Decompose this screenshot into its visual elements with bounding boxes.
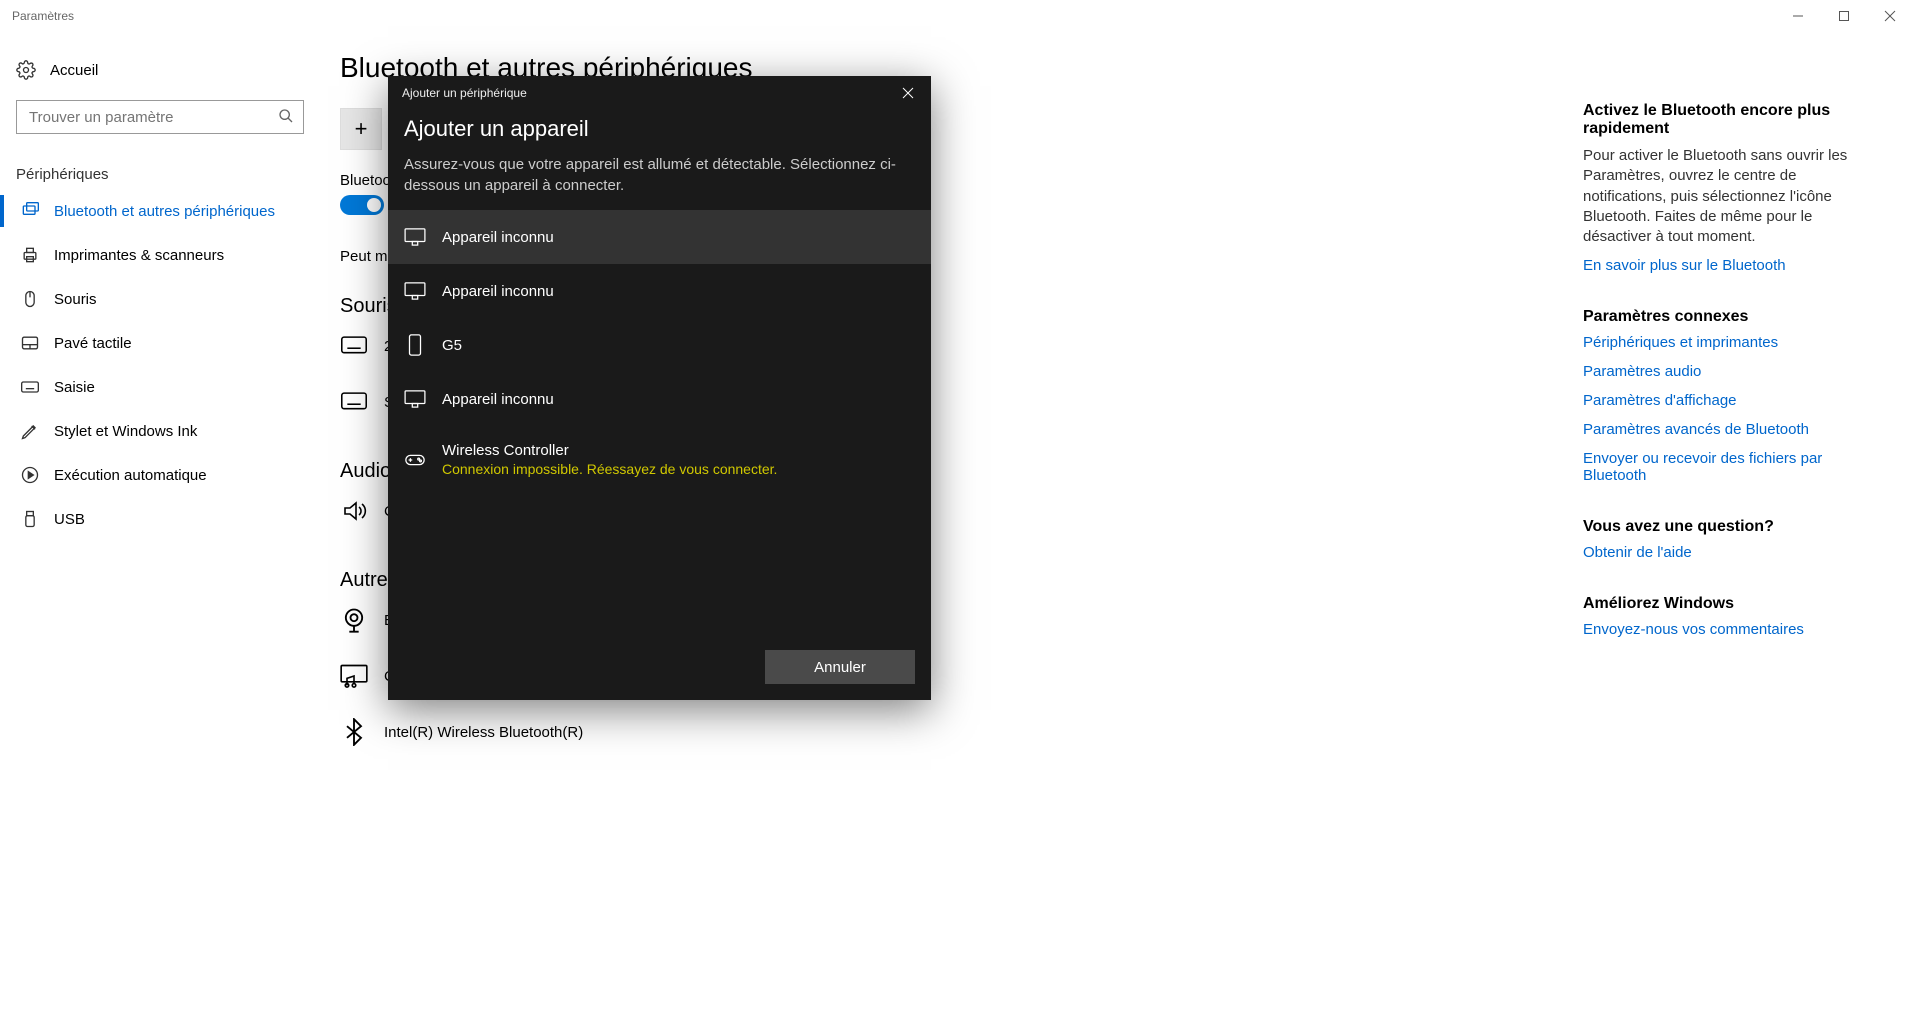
usb-icon <box>20 509 40 529</box>
webcam-icon <box>340 606 368 634</box>
close-icon <box>902 87 914 99</box>
sidebar-item-touchpad[interactable]: Pavé tactile <box>0 321 320 365</box>
sidebar-item-label: Stylet et Windows Ink <box>54 423 197 440</box>
related-link[interactable]: Paramètres avancés de Bluetooth <box>1583 421 1883 438</box>
device-name: G5 <box>442 337 462 354</box>
speaker-icon <box>340 497 368 525</box>
sidebar-item-typing[interactable]: Saisie <box>0 365 320 409</box>
display-icon <box>404 226 426 248</box>
mouse-icon <box>20 289 40 309</box>
tip-link[interactable]: En savoir plus sur le Bluetooth <box>1583 257 1883 274</box>
search-input[interactable] <box>16 100 304 134</box>
help-link[interactable]: Obtenir de l'aide <box>1583 544 1883 561</box>
sidebar-item-label: Souris <box>54 291 97 308</box>
dialog-subtitle: Assurez-vous que votre appareil est allu… <box>388 154 931 210</box>
sidebar-item-mouse[interactable]: Souris <box>0 277 320 321</box>
sidebar-item-label: Bluetooth et autres périphériques <box>54 203 275 220</box>
discovered-device[interactable]: G5 <box>388 318 931 372</box>
media-device-icon <box>340 662 368 690</box>
gear-icon <box>16 60 36 80</box>
printer-icon <box>20 245 40 265</box>
device-label: Intel(R) Wireless Bluetooth(R) <box>384 724 583 741</box>
improve-title: Améliorez Windows <box>1583 595 1883 613</box>
device-name: Appareil inconnu <box>442 229 554 246</box>
sidebar-item-pen[interactable]: Stylet et Windows Ink <box>0 409 320 453</box>
bluetooth-devices-icon <box>20 201 40 221</box>
maximize-button[interactable] <box>1821 0 1867 32</box>
sidebar-item-label: Pavé tactile <box>54 335 132 352</box>
dialog-heading: Ajouter un appareil <box>388 110 931 154</box>
related-link[interactable]: Envoyer ou recevoir des fichiers par Blu… <box>1583 450 1883 484</box>
device-name: Wireless Controller <box>442 442 777 459</box>
sidebar-section-header: Périphériques <box>0 146 320 189</box>
sidebar-item-label: USB <box>54 511 85 528</box>
bluetooth-toggle[interactable] <box>340 195 384 215</box>
feedback-link[interactable]: Envoyez-nous vos commentaires <box>1583 621 1883 638</box>
dialog-title: Ajouter un périphérique <box>388 76 931 110</box>
discovered-device[interactable]: Appareil inconnu <box>388 372 931 426</box>
sidebar-item-printers[interactable]: Imprimantes & scanneurs <box>0 233 320 277</box>
related-link[interactable]: Paramètres d'affichage <box>1583 392 1883 409</box>
related-title: Paramètres connexes <box>1583 308 1883 326</box>
question-title: Vous avez une question? <box>1583 518 1883 536</box>
window-title: Paramètres <box>12 9 74 23</box>
cancel-button[interactable]: Annuler <box>765 650 915 684</box>
discovered-device[interactable]: Appareil inconnu <box>388 264 931 318</box>
search-icon <box>278 108 294 124</box>
home-label: Accueil <box>50 62 98 79</box>
related-link[interactable]: Paramètres audio <box>1583 363 1883 380</box>
related-link[interactable]: Périphériques et imprimantes <box>1583 334 1883 351</box>
device-error: Connexion impossible. Réessayez de vous … <box>442 461 777 477</box>
keyboard-icon <box>20 377 40 397</box>
device-name: Appareil inconnu <box>442 283 554 300</box>
minimize-button[interactable] <box>1775 0 1821 32</box>
phone-icon <box>404 334 426 356</box>
tip-body: Pour activer le Bluetooth sans ouvrir le… <box>1583 146 1883 247</box>
close-button[interactable] <box>1867 0 1913 32</box>
sidebar-item-bluetooth[interactable]: Bluetooth et autres périphériques <box>0 189 320 233</box>
display-icon <box>404 280 426 302</box>
add-device-button[interactable]: + <box>340 108 382 150</box>
sidebar-item-autoplay[interactable]: Exécution automatique <box>0 453 320 497</box>
plus-icon: + <box>355 116 368 142</box>
keyboard-icon <box>340 388 368 416</box>
dialog-close-button[interactable] <box>885 76 931 110</box>
sidebar-item-usb[interactable]: USB <box>0 497 320 541</box>
tip-title: Activez le Bluetooth encore plus rapidem… <box>1583 102 1883 138</box>
autoplay-icon <box>20 465 40 485</box>
gamepad-icon <box>404 449 426 471</box>
keyboard-icon <box>340 332 368 360</box>
device-name: Appareil inconnu <box>442 391 554 408</box>
bluetooth-icon <box>340 718 368 746</box>
discovered-device[interactable]: Wireless Controller Connexion impossible… <box>388 426 931 493</box>
sidebar-item-label: Imprimantes & scanneurs <box>54 247 224 264</box>
search-box[interactable] <box>16 100 304 134</box>
discovered-device[interactable]: Appareil inconnu <box>388 210 931 264</box>
display-icon <box>404 388 426 410</box>
home-button[interactable]: Accueil <box>0 48 320 92</box>
device-row[interactable]: Intel(R) Wireless Bluetooth(R) <box>340 704 1563 760</box>
add-device-dialog: Ajouter un périphérique Ajouter un appar… <box>388 76 931 700</box>
sidebar-item-label: Exécution automatique <box>54 467 207 484</box>
touchpad-icon <box>20 333 40 353</box>
sidebar-item-label: Saisie <box>54 379 95 396</box>
pen-icon <box>20 421 40 441</box>
